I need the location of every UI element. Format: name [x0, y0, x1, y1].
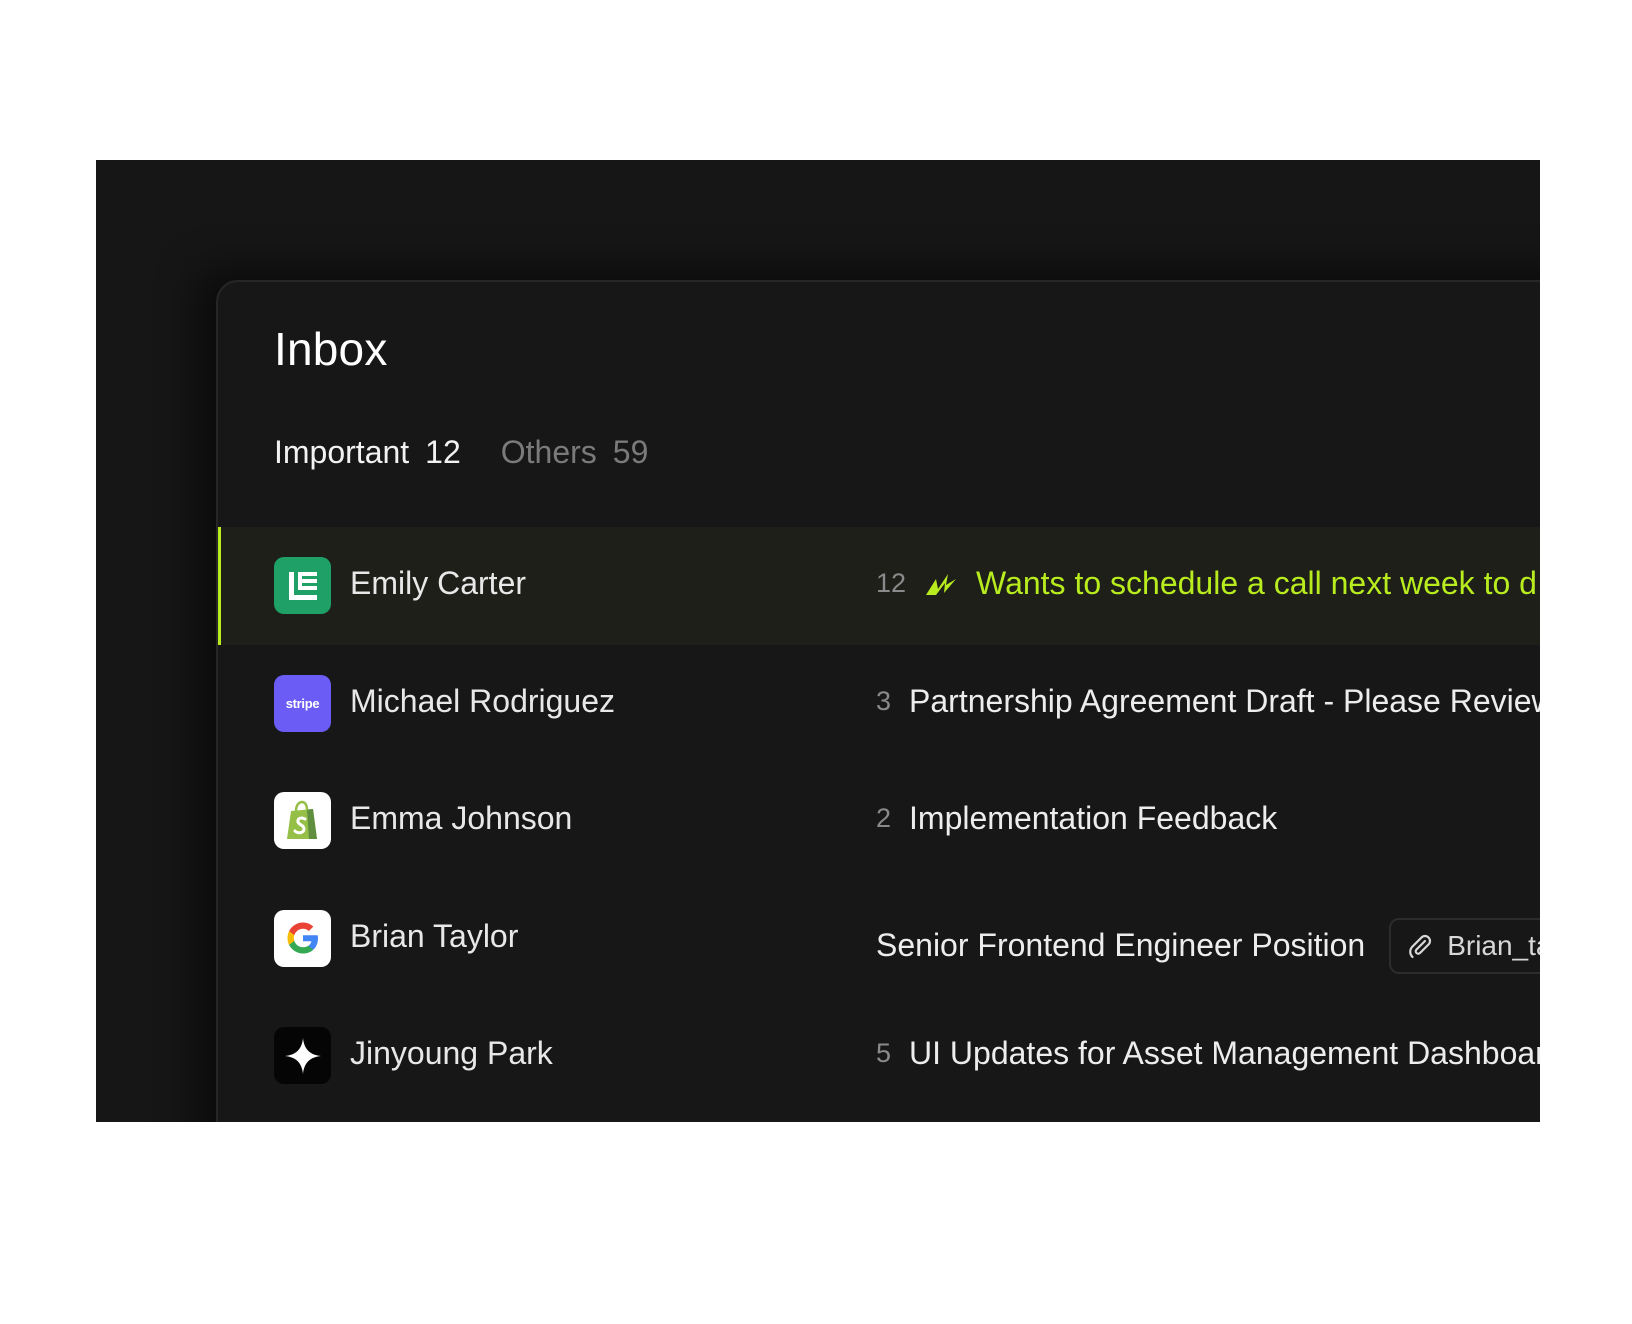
thread-count: 3: [876, 685, 892, 716]
google-logo-icon: [274, 909, 331, 967]
stripe-logo-icon: stripe: [274, 674, 331, 732]
sender-name: Jinyoung Park: [350, 1035, 553, 1071]
message-subject: Wants to schedule a call next week to d: [976, 565, 1537, 601]
tab-label: Others: [500, 434, 597, 470]
message-subject: Implementation Feedback: [909, 800, 1278, 836]
sender-name: Michael Rodriguez: [350, 682, 616, 719]
message-subject: UI Updates for Asset Management Dashboar…: [909, 1035, 1540, 1071]
sender-name: Brian Taylor: [350, 917, 519, 954]
thread-count: 5: [876, 1038, 892, 1068]
tab-count: 12: [425, 434, 461, 470]
message-row[interactable]: Brian Taylor Senior Frontend Engineer Po…: [218, 880, 1540, 998]
thread-count: 2: [876, 803, 892, 833]
inbox-tabs: Important 12 Others 59: [274, 434, 648, 471]
message-row[interactable]: stripe Michael Rodriguez 3 Partnership A…: [218, 645, 1540, 763]
app-window: Inbox Important 12 Others 59 Emily Carte…: [96, 160, 1540, 1122]
message-subject: Senior Frontend Engineer Position: [876, 927, 1366, 963]
attachment-name: Brian_ta: [1447, 929, 1540, 961]
message-row[interactable]: Jinyoung Park 5 UI Updates for Asset Man…: [218, 997, 1540, 1115]
paperclip-icon: [1407, 933, 1433, 959]
tab-important[interactable]: Important 12: [274, 434, 461, 471]
message-subject: Partnership Agreement Draft - Please Rev…: [909, 682, 1540, 719]
subject-line: 5 UI Updates for Asset Management Dashbo…: [876, 1035, 1540, 1072]
message-row[interactable]: Emma Johnson 2 Implementation Feedback: [218, 762, 1540, 880]
ledger-logo-icon: [274, 557, 331, 614]
tab-label: Important: [274, 434, 410, 470]
page-title: Inbox: [274, 323, 388, 375]
subject-line: 12 Wants to schedule a call next week to…: [876, 565, 1537, 602]
tab-count: 59: [612, 434, 649, 470]
subject-line: 3 Partnership Agreement Draft - Please R…: [876, 683, 1540, 720]
avatar-text: stripe: [285, 695, 320, 711]
inbox-panel: Inbox Important 12 Others 59 Emily Carte…: [216, 280, 1540, 1122]
attachment-chip[interactable]: Brian_ta: [1389, 917, 1540, 974]
ai-spark-icon: [924, 571, 958, 597]
sender-name: Emily Carter: [350, 565, 527, 601]
shopify-logo-icon: [274, 792, 331, 849]
thread-count: 12: [876, 568, 907, 598]
subject-line: 2 Implementation Feedback: [876, 800, 1277, 837]
sender-name: Emma Johnson: [350, 800, 573, 836]
tab-others[interactable]: Others 59: [501, 434, 649, 471]
message-row[interactable]: Emily Carter 12 Wants to schedule a call…: [218, 527, 1540, 645]
sparkle-logo-icon: [274, 1027, 331, 1084]
message-list: Emily Carter 12 Wants to schedule a call…: [218, 527, 1540, 1115]
subject-line: Senior Frontend Engineer Position Brian_…: [876, 917, 1540, 974]
